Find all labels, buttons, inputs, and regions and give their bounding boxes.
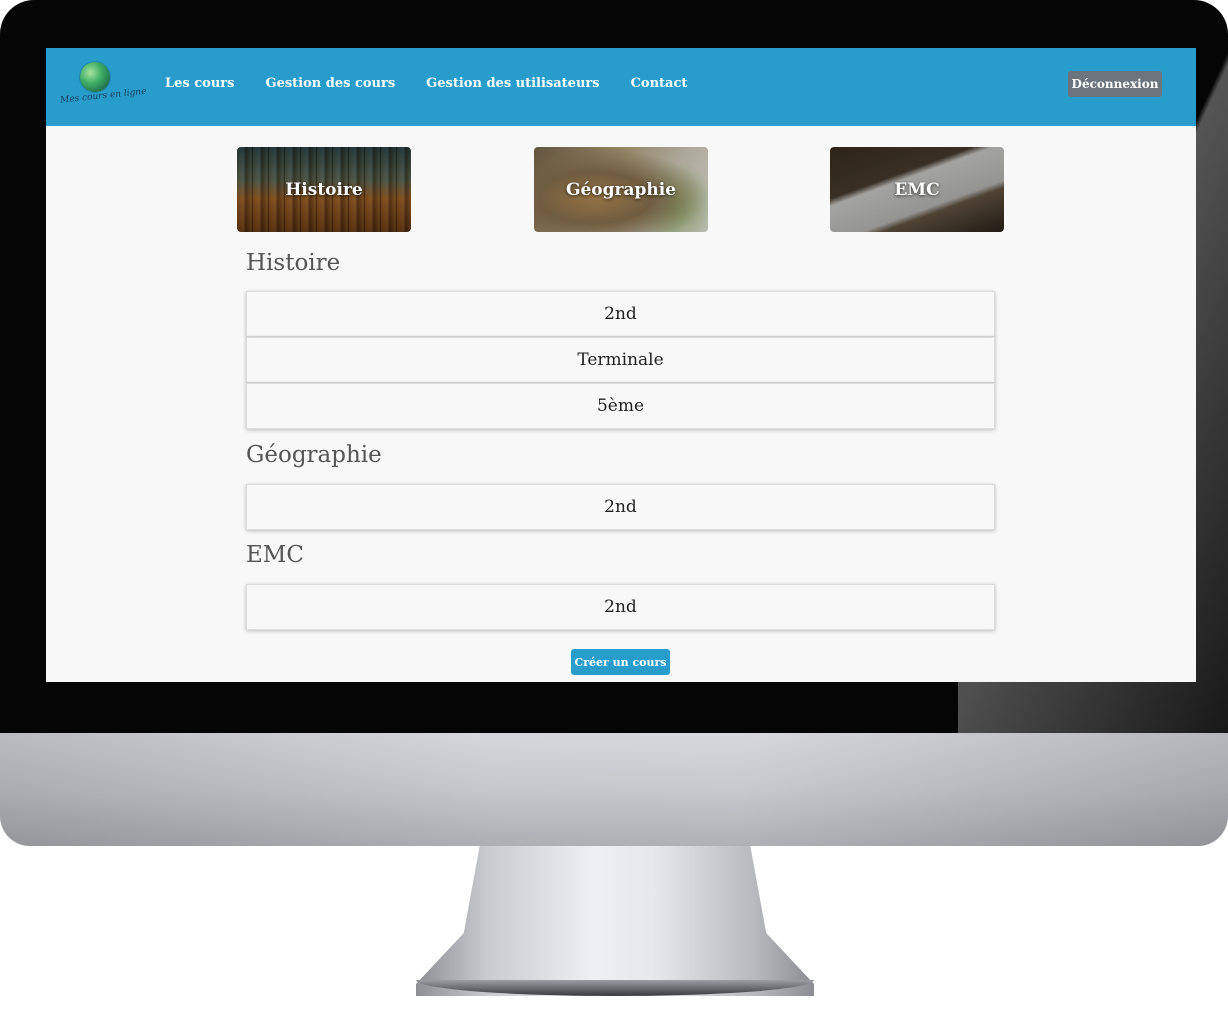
- nav-link-gestion-des-utilisateurs[interactable]: Gestion des utilisateurs: [426, 76, 599, 91]
- nav-links: Les cours Gestion des cours Gestion des …: [165, 76, 718, 91]
- site-logo[interactable]: Mes cours en ligne: [59, 62, 147, 112]
- top-navbar: Mes cours en ligne Les cours Gestion des…: [46, 48, 1196, 126]
- monitor-stand: [416, 846, 814, 996]
- nav-link-contact[interactable]: Contact: [631, 76, 688, 91]
- category-card-label: Géographie: [565, 179, 677, 200]
- category-card-label: EMC: [894, 179, 940, 200]
- create-course-button[interactable]: Créer un cours: [571, 649, 670, 675]
- category-card-emc[interactable]: EMC: [830, 147, 1004, 232]
- monitor-chin-shade: [0, 733, 1228, 846]
- logo-text: Mes cours en ligne: [59, 86, 147, 106]
- nav-link-gestion-des-cours[interactable]: Gestion des cours: [265, 76, 395, 91]
- section-title-geographie: Géographie: [246, 442, 382, 468]
- browser-screen: Mes cours en ligne Les cours Gestion des…: [46, 48, 1196, 682]
- logout-button[interactable]: Déconnexion: [1068, 71, 1162, 97]
- category-card-geographie[interactable]: Géographie: [534, 147, 708, 232]
- course-item-geographie-2nd[interactable]: 2nd: [246, 484, 995, 530]
- section-title-histoire: Histoire: [246, 250, 341, 276]
- category-card-label: Histoire: [285, 179, 363, 200]
- course-item-histoire-5eme[interactable]: 5ème: [246, 383, 995, 429]
- nav-link-les-cours[interactable]: Les cours: [165, 76, 234, 91]
- course-item-histoire-2nd[interactable]: 2nd: [246, 291, 995, 337]
- section-title-emc: EMC: [246, 542, 304, 568]
- course-item-emc-2nd[interactable]: 2nd: [246, 584, 995, 630]
- category-card-histoire[interactable]: Histoire: [237, 147, 411, 232]
- course-item-histoire-terminale[interactable]: Terminale: [246, 337, 995, 383]
- globe-icon: [80, 62, 110, 92]
